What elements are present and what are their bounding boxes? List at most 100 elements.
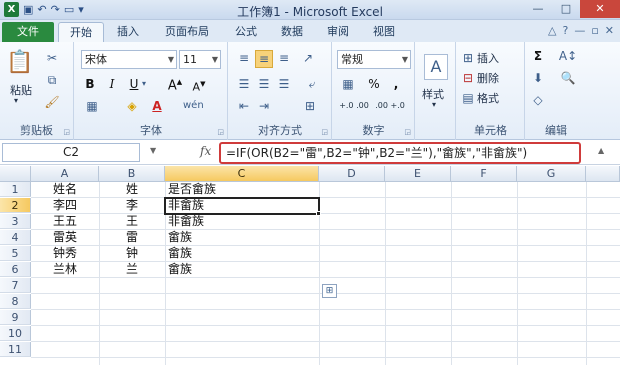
- align-bottom-icon[interactable]: ≡: [275, 50, 293, 66]
- row-header-10[interactable]: 10: [0, 326, 31, 341]
- row-header-4[interactable]: 4: [0, 230, 31, 245]
- row-header-9[interactable]: 9: [0, 310, 31, 325]
- font-size-dropdown-icon[interactable]: ▼: [212, 51, 218, 68]
- row-header-8[interactable]: 8: [0, 294, 31, 309]
- cell-b6[interactable]: 兰: [99, 262, 165, 277]
- cell-a6[interactable]: 兰林: [50, 262, 99, 277]
- align-left-icon[interactable]: ☰: [235, 76, 253, 92]
- underline-dropdown-icon[interactable]: ▾: [139, 76, 149, 92]
- column-header-g[interactable]: G: [517, 166, 586, 182]
- tab-home[interactable]: 开始: [58, 22, 104, 42]
- row-header-11[interactable]: 11: [0, 342, 31, 357]
- sort-filter-icon[interactable]: A↕: [556, 48, 580, 64]
- border-icon[interactable]: ▦: [83, 98, 101, 114]
- formula-input[interactable]: =IF(OR(B2="雷",B2="钟",B2="兰"),"畲族","非畲族"): [219, 142, 581, 164]
- column-header-b[interactable]: B: [99, 166, 165, 182]
- format-painter-icon[interactable]: 🖌: [44, 94, 60, 110]
- workbook-close-icon[interactable]: ✕: [605, 24, 614, 37]
- merge-center-icon[interactable]: ⊞: [299, 98, 321, 114]
- cell-c1[interactable]: 是否畲族: [165, 182, 319, 197]
- cell-c4[interactable]: 畲族: [165, 230, 319, 245]
- clipboard-launcher-icon[interactable]: ◲: [63, 128, 70, 136]
- font-launcher-icon[interactable]: ◲: [217, 128, 224, 136]
- fill-handle[interactable]: [316, 211, 321, 216]
- increase-decimal-button[interactable]: +.0 .00: [339, 98, 369, 114]
- decrease-font-icon[interactable]: A▼: [191, 76, 207, 96]
- name-box[interactable]: C2: [2, 143, 140, 162]
- align-top-icon[interactable]: ≡: [235, 50, 253, 66]
- delete-cells-label[interactable]: 删除: [477, 70, 499, 86]
- bold-button[interactable]: B: [83, 76, 97, 92]
- column-header-a[interactable]: A: [31, 166, 99, 182]
- cell-a2[interactable]: 李四: [50, 198, 99, 213]
- comma-button[interactable]: ,: [389, 76, 403, 92]
- percent-button[interactable]: %: [367, 76, 381, 92]
- italic-button[interactable]: I: [105, 76, 119, 92]
- fill-icon[interactable]: ⬇: [530, 70, 546, 86]
- cell-b4[interactable]: 雷: [99, 230, 165, 245]
- number-format-combo[interactable]: 常规 ▼: [337, 50, 411, 69]
- insert-cells-icon[interactable]: ⊞: [461, 50, 475, 66]
- name-box-dropdown-icon[interactable]: ▼: [150, 146, 156, 155]
- column-header-e[interactable]: E: [385, 166, 451, 182]
- cell-a1[interactable]: 姓名: [50, 182, 99, 197]
- cell-c3[interactable]: 非畲族: [165, 214, 319, 229]
- workbook-minimize-icon[interactable]: —: [574, 24, 585, 37]
- alignment-launcher-icon[interactable]: ◲: [321, 128, 328, 136]
- row-header-2[interactable]: 2: [0, 198, 31, 213]
- column-header-c[interactable]: C: [165, 166, 319, 182]
- styles-dropdown-icon[interactable]: ▾: [432, 100, 436, 109]
- format-cells-icon[interactable]: ▤: [461, 90, 475, 106]
- number-format-dropdown-icon[interactable]: ▼: [402, 51, 408, 68]
- row-header-6[interactable]: 6: [0, 262, 31, 277]
- cell-c6[interactable]: 畲族: [165, 262, 319, 277]
- cell-b5[interactable]: 钟: [99, 246, 165, 261]
- select-all-corner[interactable]: [0, 166, 31, 182]
- tab-page-layout[interactable]: 页面布局: [154, 22, 220, 42]
- cell-b1[interactable]: 姓: [99, 182, 165, 197]
- orientation-icon[interactable]: ↗: [299, 50, 317, 66]
- cell-a3[interactable]: 王五: [50, 214, 99, 229]
- font-name-combo[interactable]: 宋体 ▼: [81, 50, 177, 69]
- cell-a5[interactable]: 钟秀: [50, 246, 99, 261]
- find-select-icon[interactable]: 🔍: [556, 70, 580, 86]
- decrease-decimal-button[interactable]: .00 +.0: [375, 98, 405, 114]
- cell-a4[interactable]: 雷英: [50, 230, 99, 245]
- column-header-f[interactable]: F: [451, 166, 517, 182]
- clear-icon[interactable]: ◇: [530, 92, 546, 108]
- font-color-icon[interactable]: A: [149, 98, 165, 114]
- decrease-indent-icon[interactable]: ⇤: [235, 98, 253, 114]
- tab-data[interactable]: 数据: [272, 22, 312, 42]
- worksheet-grid[interactable]: A B C D E F G 1 2 3 4 5 6 7 8 9 10 11 姓名…: [0, 166, 620, 365]
- autosum-button[interactable]: Σ: [530, 48, 546, 64]
- insert-cells-label[interactable]: 插入: [477, 50, 499, 66]
- increase-font-icon[interactable]: A▲: [167, 74, 183, 94]
- tab-insert[interactable]: 插入: [108, 22, 148, 42]
- tab-formulas[interactable]: 公式: [226, 22, 266, 42]
- cell-b3[interactable]: 王: [99, 214, 165, 229]
- cell-styles-icon[interactable]: A: [424, 54, 448, 80]
- number-launcher-icon[interactable]: ◲: [404, 128, 411, 136]
- currency-icon[interactable]: ▦: [339, 76, 357, 92]
- phonetic-icon[interactable]: wén: [183, 98, 204, 114]
- minimize-ribbon-icon[interactable]: △: [548, 24, 556, 37]
- row-header-3[interactable]: 3: [0, 214, 31, 229]
- font-size-combo[interactable]: 11 ▼: [179, 50, 221, 69]
- cell-b2[interactable]: 李: [99, 198, 165, 213]
- wrap-text-icon[interactable]: ⤶: [303, 76, 321, 92]
- copy-icon[interactable]: ⧉: [44, 72, 60, 88]
- row-header-1[interactable]: 1: [0, 182, 31, 197]
- tab-file[interactable]: 文件: [2, 22, 54, 42]
- align-middle-icon[interactable]: ≡: [255, 50, 273, 68]
- minimize-button[interactable]: —: [524, 0, 552, 18]
- paste-icon[interactable]: 📋: [6, 48, 33, 78]
- row-header-5[interactable]: 5: [0, 246, 31, 261]
- expand-formula-bar-icon[interactable]: ▲: [598, 146, 604, 155]
- align-center-icon[interactable]: ☰: [255, 76, 273, 92]
- cell-c5[interactable]: 畲族: [165, 246, 319, 261]
- fill-color-icon[interactable]: ◈: [123, 98, 141, 114]
- column-header-d[interactable]: D: [319, 166, 385, 182]
- align-right-icon[interactable]: ☰: [275, 76, 293, 92]
- insert-function-button[interactable]: fx: [200, 144, 211, 158]
- column-header-h[interactable]: [586, 166, 620, 182]
